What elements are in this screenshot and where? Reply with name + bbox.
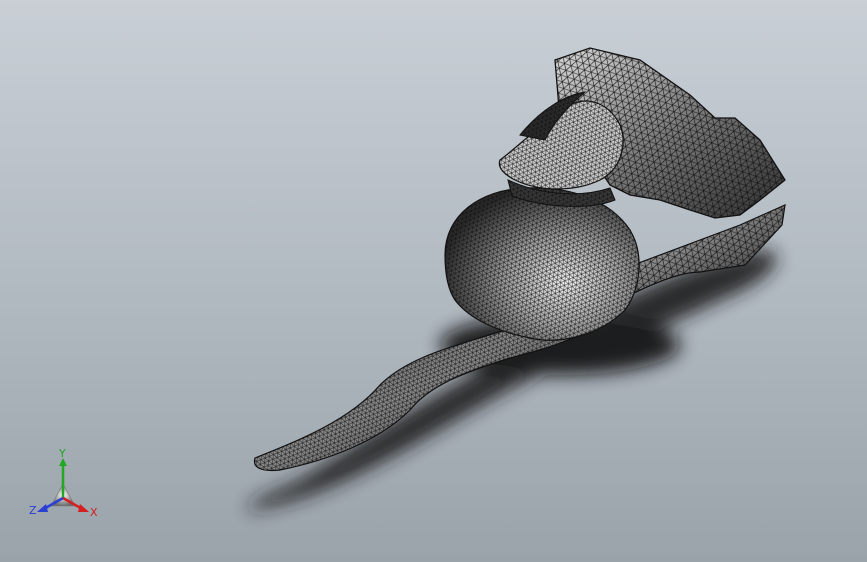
y-axis-label: Y [58,448,66,460]
z-axis-label: Z [29,504,37,517]
graphics-viewport[interactable]: Y X Z [0,0,867,562]
model-canvas[interactable] [0,0,867,562]
x-axis-label: X [90,506,98,519]
mesh-bulb [444,187,640,341]
view-orientation-triad[interactable]: Y X Z [26,448,104,520]
mesh-inner-lobe [498,91,624,190]
